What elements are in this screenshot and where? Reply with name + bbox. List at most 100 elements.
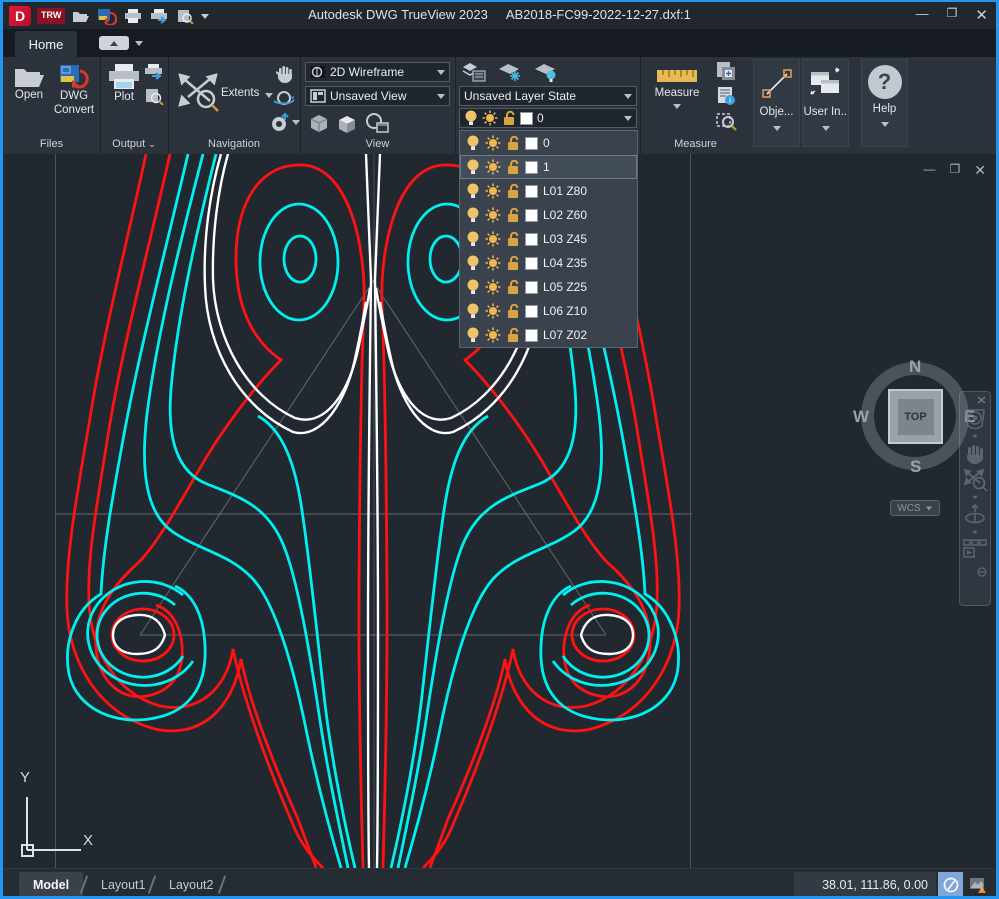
unlock-icon[interactable] [506, 327, 520, 343]
maximize-button[interactable]: ❐ [947, 6, 958, 24]
layer-state-combo[interactable]: Unsaved Layer State [459, 86, 637, 106]
layer-color-swatch[interactable] [525, 233, 538, 246]
sun-icon[interactable] [485, 183, 501, 199]
compass-north[interactable]: N [909, 357, 921, 377]
unlock-icon[interactable] [506, 303, 520, 319]
layer-row[interactable]: 0 [460, 131, 637, 155]
navigation-wheel-icon[interactable] [962, 406, 988, 432]
properties-palette-icon[interactable] [714, 60, 738, 82]
unlock-icon[interactable] [506, 207, 520, 223]
layer-color-swatch[interactable] [525, 305, 538, 318]
plot-button[interactable]: Plot [105, 63, 143, 103]
layer-color-swatch[interactable] [525, 137, 538, 150]
bulb-on-icon[interactable] [466, 159, 480, 175]
viewcube-top-face[interactable]: TOP [888, 389, 943, 444]
showmotion-icon[interactable] [961, 537, 989, 563]
sun-icon[interactable] [485, 303, 501, 319]
batch-plot-small-icon[interactable] [144, 63, 164, 80]
measure-button[interactable]: Measure [648, 65, 706, 109]
coordinates-display[interactable]: 38.01, 111.86, 0.00 [794, 872, 936, 897]
layer-row[interactable]: L01 Z80 [460, 179, 637, 203]
steering-wheel-icon[interactable] [270, 112, 292, 132]
layer-color-swatch[interactable] [525, 161, 538, 174]
compass-south[interactable]: S [910, 457, 921, 477]
navbar-zoom-icon[interactable] [962, 467, 988, 493]
tab-model[interactable]: Model [19, 872, 83, 897]
bulb-on-icon[interactable] [466, 231, 480, 247]
quick-properties-icon[interactable]: i [714, 85, 738, 107]
layer-combo[interactable]: 0 [459, 108, 637, 128]
layer-color-swatch[interactable] [525, 329, 538, 342]
layer-properties-icon[interactable] [461, 61, 487, 83]
tab-home[interactable]: Home [15, 31, 77, 57]
orbit-menu-caret-icon[interactable] [972, 531, 978, 535]
unlock-icon[interactable] [506, 159, 520, 175]
box-view-icon[interactable] [307, 111, 331, 135]
view-combo[interactable]: Unsaved View [305, 86, 450, 106]
named-views-icon[interactable] [364, 111, 390, 135]
help-panel-button[interactable]: ? Help [861, 59, 908, 147]
dwg-convert-button[interactable]: DWG Convert [51, 63, 97, 118]
compass-west[interactable]: W [853, 407, 869, 427]
layer-color-swatch[interactable] [525, 281, 538, 294]
zoom-extents-icon[interactable] [176, 71, 220, 113]
layer-row[interactable]: L05 Z25 [460, 275, 637, 299]
wheel-menu-caret-icon[interactable] [972, 435, 978, 439]
panel-launcher-icon[interactable]: ⌄ [148, 139, 156, 149]
bulb-on-icon[interactable] [466, 303, 480, 319]
layer-color-swatch[interactable] [525, 257, 538, 270]
navbar-pan-icon[interactable] [962, 441, 988, 465]
layer-row[interactable]: L06 Z10 [460, 299, 637, 323]
orbit-icon[interactable] [272, 87, 296, 109]
sun-icon[interactable] [485, 279, 501, 295]
close-button[interactable]: ✕ [975, 6, 988, 24]
sun-icon[interactable] [485, 207, 501, 223]
bulb-on-icon[interactable] [466, 183, 480, 199]
sun-icon[interactable] [485, 159, 501, 175]
bulb-on-icon[interactable] [466, 279, 480, 295]
graphics-performance-button[interactable]: ! [966, 872, 992, 897]
doc-restore-icon[interactable]: ❐ [950, 162, 961, 179]
isometric-view-icon[interactable] [336, 113, 358, 135]
layer-row-selected[interactable]: 1 [460, 155, 637, 179]
wcs-button[interactable]: WCS [890, 500, 940, 516]
isolate-objects-button[interactable] [938, 872, 963, 897]
ribbon-collapse-button[interactable] [99, 36, 129, 50]
layer-row[interactable]: L02 Z60 [460, 203, 637, 227]
sun-icon[interactable] [485, 135, 501, 151]
object-panel-button[interactable]: Obje... [753, 59, 800, 147]
sun-icon[interactable] [485, 327, 501, 343]
extents-label[interactable]: Extents [221, 87, 259, 99]
layer-row[interactable]: L03 Z45 [460, 227, 637, 251]
user-interface-panel-button[interactable]: User In... [802, 59, 849, 147]
ribbon-collapse-caret-icon[interactable] [135, 41, 143, 46]
layer-thaw-icon[interactable] [533, 61, 561, 83]
doc-minimize-icon[interactable]: — [924, 162, 936, 179]
navbar-settings-icon[interactable] [977, 567, 987, 577]
sun-icon[interactable] [485, 231, 501, 247]
bulb-on-icon[interactable] [466, 327, 480, 343]
unlock-icon[interactable] [506, 255, 520, 271]
navbar-close-icon[interactable] [977, 396, 987, 404]
bulb-on-icon[interactable] [466, 135, 480, 151]
layer-color-swatch[interactable] [525, 209, 538, 222]
open-button[interactable]: Open [9, 63, 49, 101]
zoom-window-icon[interactable] [714, 110, 738, 132]
unlock-icon[interactable] [506, 231, 520, 247]
unlock-icon[interactable] [506, 279, 520, 295]
preview-small-icon[interactable] [144, 87, 164, 105]
layer-row[interactable]: L04 Z35 [460, 251, 637, 275]
layer-color-swatch[interactable] [525, 185, 538, 198]
layer-row[interactable]: L07 Z02 [460, 323, 637, 347]
visual-style-combo[interactable]: 2D Wireframe [305, 62, 450, 82]
zoom-menu-caret-icon[interactable] [972, 496, 978, 500]
minimize-button[interactable]: — [916, 6, 929, 24]
layer-freeze-icon[interactable] [497, 61, 525, 83]
navbar-orbit-icon[interactable] [962, 502, 988, 528]
sun-icon[interactable] [485, 255, 501, 271]
bulb-on-icon[interactable] [466, 255, 480, 271]
doc-close-icon[interactable]: ✕ [974, 162, 986, 179]
unlock-icon[interactable] [506, 135, 520, 151]
wheel-caret-icon[interactable] [292, 120, 300, 125]
unlock-icon[interactable] [506, 183, 520, 199]
